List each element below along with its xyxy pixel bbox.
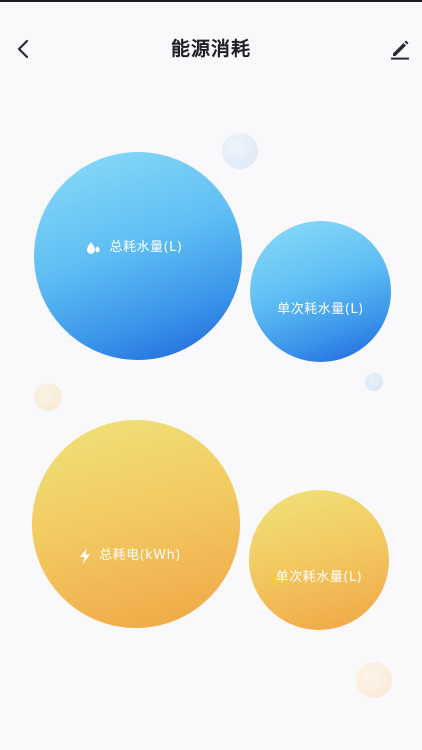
pencil-icon: [391, 40, 409, 60]
decor-bubble-blue-top: [222, 133, 258, 169]
edit-button[interactable]: [385, 34, 415, 64]
single-water-content: 单次耗水量(L): [277, 301, 363, 319]
single-electric-circle[interactable]: 单次耗水量(L): [249, 490, 389, 630]
single-water-circle[interactable]: 单次耗水量(L): [250, 221, 391, 362]
decor-bubble-blue-small: [365, 373, 383, 391]
water-drop-icon: [86, 242, 100, 254]
lightning-icon: [80, 548, 91, 564]
single-electric-content: 单次耗水量(L): [276, 569, 362, 587]
total-electric-circle[interactable]: 总耗电(kWh): [32, 420, 240, 628]
nav-header: 能源消耗: [0, 2, 422, 90]
single-electric-label: 单次耗水量(L): [275, 570, 363, 585]
decor-bubble-orange-left: [34, 383, 62, 411]
page-title: 能源消耗: [170, 38, 251, 60]
total-water-label: 总耗水量(L): [109, 240, 183, 255]
single-water-label: 单次耗水量(L): [277, 301, 364, 317]
total-electric-content: 总耗电(kWh): [79, 547, 181, 565]
total-water-circle[interactable]: 总耗水量(L): [34, 152, 242, 360]
total-electric-label: 总耗电(kWh): [99, 548, 181, 563]
energy-consumption-screen: 能源消耗 总耗水量(L) 单次耗水量(L) 总耗电(kWh) 单次耗水量(L): [0, 0, 422, 750]
total-water-content: 总耗水量(L): [86, 239, 183, 257]
decor-bubble-orange-bottom: [356, 662, 392, 698]
